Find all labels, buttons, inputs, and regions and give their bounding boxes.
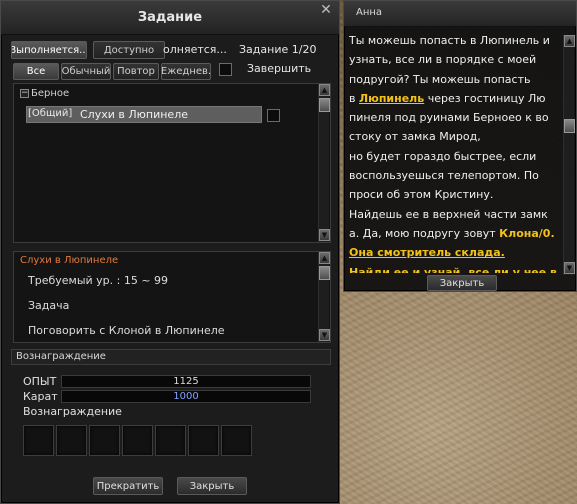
filter-repeat[interactable]: Повтор bbox=[113, 63, 159, 80]
npc-dialog-line-text: пинеля под руинами Берноео к во bbox=[349, 111, 549, 125]
reward-slot[interactable] bbox=[155, 425, 186, 456]
quest-window-title: Задание bbox=[137, 10, 203, 25]
close-button[interactable]: Закрыть bbox=[177, 477, 247, 495]
npc-dialog-line-text: Найди ее и узнай. все ли у нее в bbox=[349, 265, 557, 273]
quest-track-checkbox[interactable] bbox=[267, 109, 280, 122]
npc-dialog-line: Она смотритель склада. bbox=[349, 243, 557, 262]
npc-dialog-line: Найдешь ее в верхней части замк bbox=[349, 205, 557, 224]
npc-dialog-line: Ты можешь попасть в Люпинель и bbox=[349, 31, 557, 50]
scroll-down-arrow-icon[interactable]: ▼ bbox=[564, 262, 575, 274]
details-title: Слухи в Люпинеле bbox=[20, 255, 119, 266]
quest-item-tag: [Общий] bbox=[28, 108, 73, 119]
npc-dialog-line-text: в bbox=[349, 91, 359, 105]
reward-slot[interactable] bbox=[188, 425, 219, 456]
npc-dialog-line-text: а. Да, мою подругу зовут bbox=[349, 226, 500, 240]
scroll-down-arrow-icon[interactable]: ▼ bbox=[319, 329, 330, 341]
npc-dialog-line: воспользуешься телепортом. По bbox=[349, 166, 557, 185]
details-scrollbar[interactable]: ▲ ▼ bbox=[318, 252, 330, 342]
scroll-down-arrow-icon[interactable]: ▼ bbox=[319, 229, 330, 241]
npc-dialog-window: Анна Ты можешь попасть в Люпинель и узнат… bbox=[343, 0, 577, 292]
npc-dialog-highlight-link[interactable]: Клона/0. bbox=[499, 227, 554, 240]
filter-all[interactable]: Все bbox=[13, 63, 59, 80]
npc-dialog-line: подругой? Ты можешь попасть bbox=[349, 70, 557, 89]
npc-close-button[interactable]: Закрыть bbox=[427, 275, 497, 291]
reward-header-bar: Вознаграждение bbox=[11, 349, 331, 365]
scroll-up-arrow-icon[interactable]: ▲ bbox=[319, 252, 330, 264]
npc-dialog-line: пинеля под руинами Берноео к во bbox=[349, 108, 557, 127]
task-text: Поговорить с Клоной в Люпинеле bbox=[28, 324, 225, 337]
quest-details-panel: Слухи в Люпинеле Требуемый ур. : 15 ~ 99… bbox=[13, 251, 331, 343]
tab-available[interactable]: Доступно bbox=[93, 41, 165, 59]
npc-dialog-line-text: проси об этом Кристину. bbox=[349, 188, 494, 202]
npc-dialog-line: стоку от замка Мирод, bbox=[349, 127, 557, 146]
reward-items-label: Вознаграждение bbox=[23, 405, 122, 418]
npc-dialog-line-text: через гостиницу Лю bbox=[424, 91, 546, 105]
npc-dialog-line-text: стоку от замка Мирод, bbox=[349, 130, 481, 144]
reward-slot[interactable] bbox=[56, 425, 87, 456]
region-group[interactable]: − Берное bbox=[20, 88, 69, 99]
status-text: олняется... bbox=[163, 43, 227, 56]
filter-normal[interactable]: Обычный bbox=[61, 63, 111, 80]
scroll-thumb[interactable] bbox=[564, 119, 575, 133]
reward-slot[interactable] bbox=[221, 425, 252, 456]
npc-dialog-line-text: Найдешь ее в верхней части замк bbox=[349, 207, 548, 221]
npc-title-bar[interactable]: Анна bbox=[344, 1, 576, 27]
completed-label: Завершить bbox=[247, 62, 312, 75]
npc-dialog-line: но будет гораздо быстрее, если bbox=[349, 147, 557, 166]
npc-dialog-line-text: подругой? Ты можешь попасть bbox=[349, 72, 531, 86]
required-level: Требуемый ур. : 15 ~ 99 bbox=[28, 274, 169, 287]
completed-checkbox[interactable] bbox=[219, 63, 232, 76]
task-header: Задача bbox=[28, 299, 70, 312]
reward-slot[interactable] bbox=[23, 425, 54, 456]
npc-dialog-line-text: но будет гораздо быстрее, если bbox=[349, 149, 537, 163]
scroll-thumb[interactable] bbox=[319, 98, 330, 112]
karat-label: Карат bbox=[23, 390, 58, 403]
npc-dialog-line-text: воспользуешься телепортом. По bbox=[349, 169, 539, 183]
scroll-up-arrow-icon[interactable]: ▲ bbox=[319, 84, 330, 96]
filter-daily[interactable]: Ежеднев. bbox=[161, 63, 211, 80]
quest-count: Задание 1/20 bbox=[239, 43, 317, 56]
scroll-up-arrow-icon[interactable]: ▲ bbox=[564, 35, 575, 47]
exp-value: 1125 bbox=[61, 375, 311, 388]
close-icon[interactable]: ✕ bbox=[319, 3, 333, 17]
npc-dialog-text: Ты можешь попасть в Люпинель и узнать, вс… bbox=[349, 31, 557, 273]
collapse-icon[interactable]: − bbox=[20, 89, 29, 98]
quest-list-panel: − Берное [Общий] Слухи в Люпинеле ▲ ▼ bbox=[13, 83, 331, 243]
reward-slot[interactable] bbox=[89, 425, 120, 456]
reward-header: Вознаграждение bbox=[16, 351, 106, 362]
tab-in-progress[interactable]: Выполняется... bbox=[11, 41, 87, 59]
quest-item-row[interactable]: [Общий] Слухи в Люпинеле bbox=[26, 106, 262, 123]
npc-dialog-line: а. Да, мою подругу зовут Клона/0. bbox=[349, 224, 557, 243]
npc-dialog-line-text: узнать, все ли в порядке с моей bbox=[349, 53, 537, 67]
quest-window: Задание ✕ Выполняется... Доступно олняет… bbox=[0, 0, 340, 504]
npc-name: Анна bbox=[356, 7, 383, 18]
reward-slot[interactable] bbox=[122, 425, 153, 456]
npc-dialog-highlight-link[interactable]: Люпинель bbox=[359, 92, 424, 105]
npc-dialog-line: проси об этом Кристину. bbox=[349, 185, 557, 204]
karat-value: 1000 bbox=[61, 390, 311, 403]
npc-dialog-line: узнать, все ли в порядке с моей bbox=[349, 50, 557, 69]
npc-dialog-line: в Люпинель через гостиницу Лю bbox=[349, 89, 557, 108]
quest-title-bar[interactable]: Задание ✕ bbox=[1, 1, 339, 35]
npc-dialog-scrollbar[interactable]: ▲ ▼ bbox=[563, 35, 575, 275]
region-name: Берное bbox=[31, 88, 70, 99]
quest-list-scrollbar[interactable]: ▲ ▼ bbox=[318, 84, 330, 242]
npc-dialog-line-text: Она смотритель склада. bbox=[349, 246, 505, 260]
quest-item-name: Слухи в Люпинеле bbox=[80, 108, 188, 121]
exp-label: ОПЫТ bbox=[23, 375, 57, 388]
scroll-thumb[interactable] bbox=[319, 266, 330, 280]
npc-dialog-line-text: Ты можешь попасть в Люпинель и bbox=[349, 34, 550, 47]
npc-dialog-line: Найди ее и узнай. все ли у нее в bbox=[349, 263, 557, 273]
abandon-button[interactable]: Прекратить bbox=[93, 477, 163, 495]
